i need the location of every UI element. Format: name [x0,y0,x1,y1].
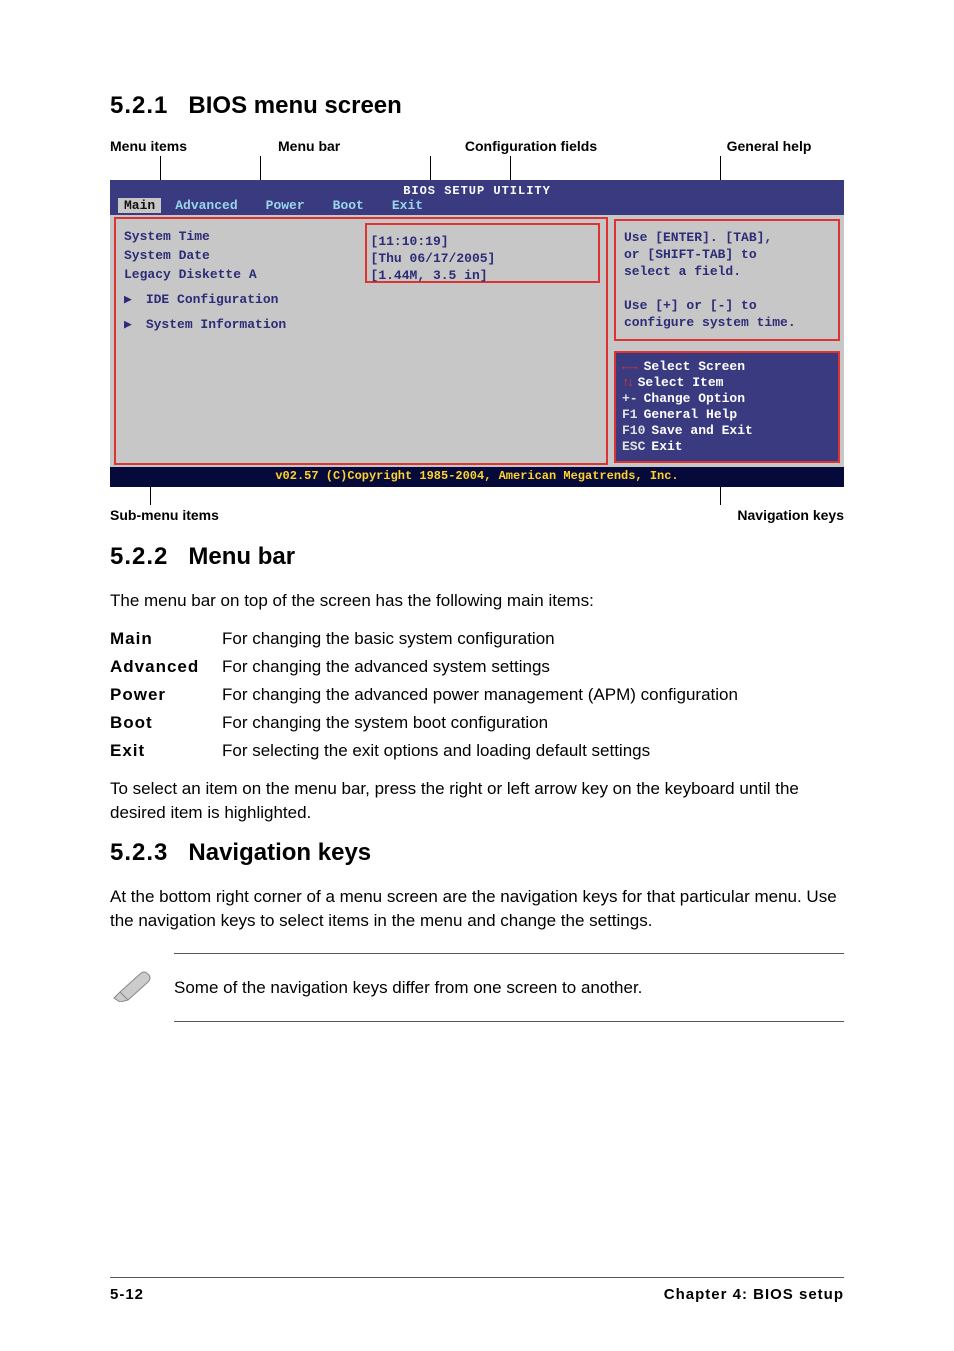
bios-tab-boot[interactable]: Boot [319,198,378,213]
nav-key-f10: F10 [622,423,645,439]
nav-select-screen: Select Screen [644,359,745,375]
bios-main-panel: System Time System Date Legacy Diskette … [114,217,608,465]
triangle-icon: ▶ [124,315,138,334]
value-system-time[interactable]: [11:10:19] [371,233,592,250]
definitions-list: MainFor changing the basic system config… [110,627,844,763]
bios-tab-advanced[interactable]: Advanced [161,198,251,213]
heading-text: Menu bar [188,543,295,570]
field-system-date[interactable]: System Date [124,246,357,265]
bios-tab-main[interactable]: Main [118,198,161,213]
bios-help-box: Use [ENTER]. [TAB], or [SHIFT-TAB] to se… [614,219,840,341]
nav-change-option: Change Option [644,391,745,407]
page-footer: 5-12 Chapter 4: BIOS setup [110,1277,844,1303]
bios-field-labels: System Time System Date Legacy Diskette … [116,219,363,463]
nav-key-esc: ESC [622,439,645,455]
bios-right-column: Use [ENTER]. [TAB], or [SHIFT-TAB] to se… [614,215,844,467]
def-power: PowerFor changing the advanced power man… [110,683,844,707]
arrows-ud-icon: ↑↓ [622,375,632,391]
note-box: Some of the navigation keys differ from … [174,953,844,1022]
field-legacy-diskette[interactable]: Legacy Diskette A [124,265,357,284]
callout-labels-top: Menu items Menu bar Configuration fields… [110,138,844,154]
nav-general-help: General Help [644,407,738,423]
section-heading-1: 5.2.1 BIOS menu screen [110,92,844,120]
bios-tab-power[interactable]: Power [252,198,319,213]
bios-menu-bar: Main Advanced Power Boot Exit [110,198,844,215]
heading-number: 5.2.1 [110,92,168,119]
nav-save-exit: Save and Exit [651,423,752,439]
nav-exit: Exit [651,439,682,455]
def-advanced: AdvancedFor changing the advanced system… [110,655,844,679]
bios-screenshot: BIOS SETUP UTILITY Main Advanced Power B… [110,180,844,487]
def-main: MainFor changing the basic system config… [110,627,844,651]
pen-icon [110,968,154,1007]
heading-text: Navigation keys [188,839,371,866]
field-system-time[interactable]: System Time [124,227,357,246]
triangle-icon: ▶ [124,290,138,309]
bios-tab-exit[interactable]: Exit [378,198,437,213]
arrows-lr-icon: ←→ [622,359,638,375]
paragraph-menu-bar-intro: The menu bar on top of the screen has th… [110,589,844,613]
chapter-title: Chapter 4: BIOS setup [664,1286,844,1303]
callout-labels-bottom: Sub-menu items Navigation keys [110,507,844,523]
heading-text: BIOS menu screen [188,92,401,119]
value-system-date[interactable]: [Thu 06/17/2005] [371,250,592,267]
callout-navigation-keys: Navigation keys [737,507,844,523]
callout-lines-bottom [110,487,844,505]
callout-lines-top [110,156,844,180]
callout-config-fields: Configuration fields [436,138,626,154]
nav-select-item: Select Item [638,375,724,391]
callout-general-help: General help [694,138,844,154]
paragraph-select-item: To select an item on the menu bar, press… [110,777,844,825]
heading-number: 5.2.3 [110,839,168,866]
section-heading-3: 5.2.3 Navigation keys [110,839,844,867]
heading-number: 5.2.2 [110,543,168,570]
section-heading-2: 5.2.2 Menu bar [110,543,844,571]
page-number: 5-12 [110,1286,144,1303]
bios-nav-box: ←→ Select Screen ↑↓ Select Item +- Change O… [614,351,840,463]
nav-key-f1: F1 [622,407,638,423]
submenu-ide-config[interactable]: ▶ IDE Configuration [124,290,357,309]
bios-copyright: v02.57 (C)Copyright 1985-2004, American … [110,467,844,487]
def-exit: ExitFor selecting the exit options and l… [110,739,844,763]
paragraph-nav-keys: At the bottom right corner of a menu scr… [110,885,844,933]
callout-submenu-items: Sub-menu items [110,507,219,523]
value-legacy-diskette[interactable]: [1.44M, 3.5 in] [371,267,592,284]
nav-key-plusminus: +- [622,391,638,407]
def-boot: BootFor changing the system boot configu… [110,711,844,735]
bios-title: BIOS SETUP UTILITY [110,180,844,198]
callout-menu-items: Menu items [110,138,210,154]
callout-menu-bar: Menu bar [278,138,368,154]
note-text: Some of the navigation keys differ from … [174,978,642,998]
submenu-system-info[interactable]: ▶ System Information [124,315,357,334]
bios-field-values: [11:10:19] [Thu 06/17/2005] [1.44M, 3.5 … [365,223,600,283]
